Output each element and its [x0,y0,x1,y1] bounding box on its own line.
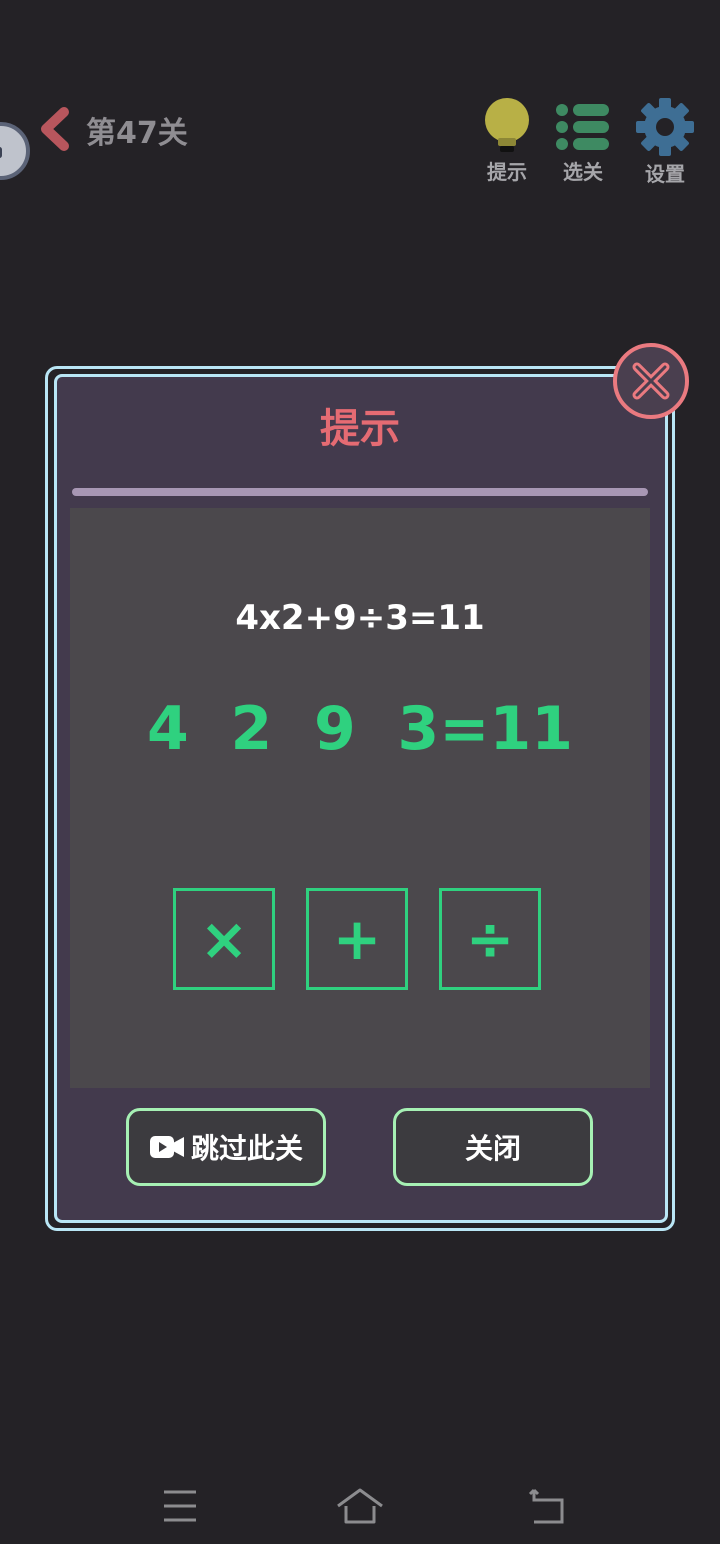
skip-level-label: 跳过此关 [190,1132,303,1165]
video-icon [149,1136,184,1158]
operator-box-divide: ÷ [439,888,541,990]
solution-text: 4x2+9÷3=11 [235,598,485,638]
system-nav-bar [0,1460,720,1544]
operator-box-multiply: × [173,888,275,990]
close-icon[interactable] [612,342,690,420]
level-select-button[interactable]: 选关 [548,98,618,185]
hint-label: 提示 [487,160,527,184]
avatar[interactable] [0,122,30,180]
menu-icon[interactable] [150,1484,210,1528]
dialog-title: 提示 [320,406,400,452]
gear-icon [636,98,694,156]
operator-box-plus: + [306,888,408,990]
close-button-label: 关闭 [464,1132,521,1165]
settings-button[interactable]: 设置 [630,98,700,187]
lightbulb-icon [485,98,529,152]
settings-label: 设置 [645,162,685,186]
hint-panel [70,508,650,1088]
hint-button[interactable]: 提示 [472,98,542,185]
level-title: 第47关 [86,116,188,151]
close-button[interactable]: 关闭 [393,1108,593,1186]
list-icon [556,104,609,150]
puzzle-equation: 4 2 9 3=11 [146,694,574,764]
back-icon[interactable] [516,1484,576,1528]
home-icon[interactable] [330,1484,390,1528]
top-bar: 第47关 提示 选关 设置 [0,0,720,200]
back-arrow-icon[interactable] [34,106,74,152]
skip-level-button[interactable]: 跳过此关 [126,1108,326,1186]
divider [72,488,648,496]
level-select-label: 选关 [563,160,603,184]
